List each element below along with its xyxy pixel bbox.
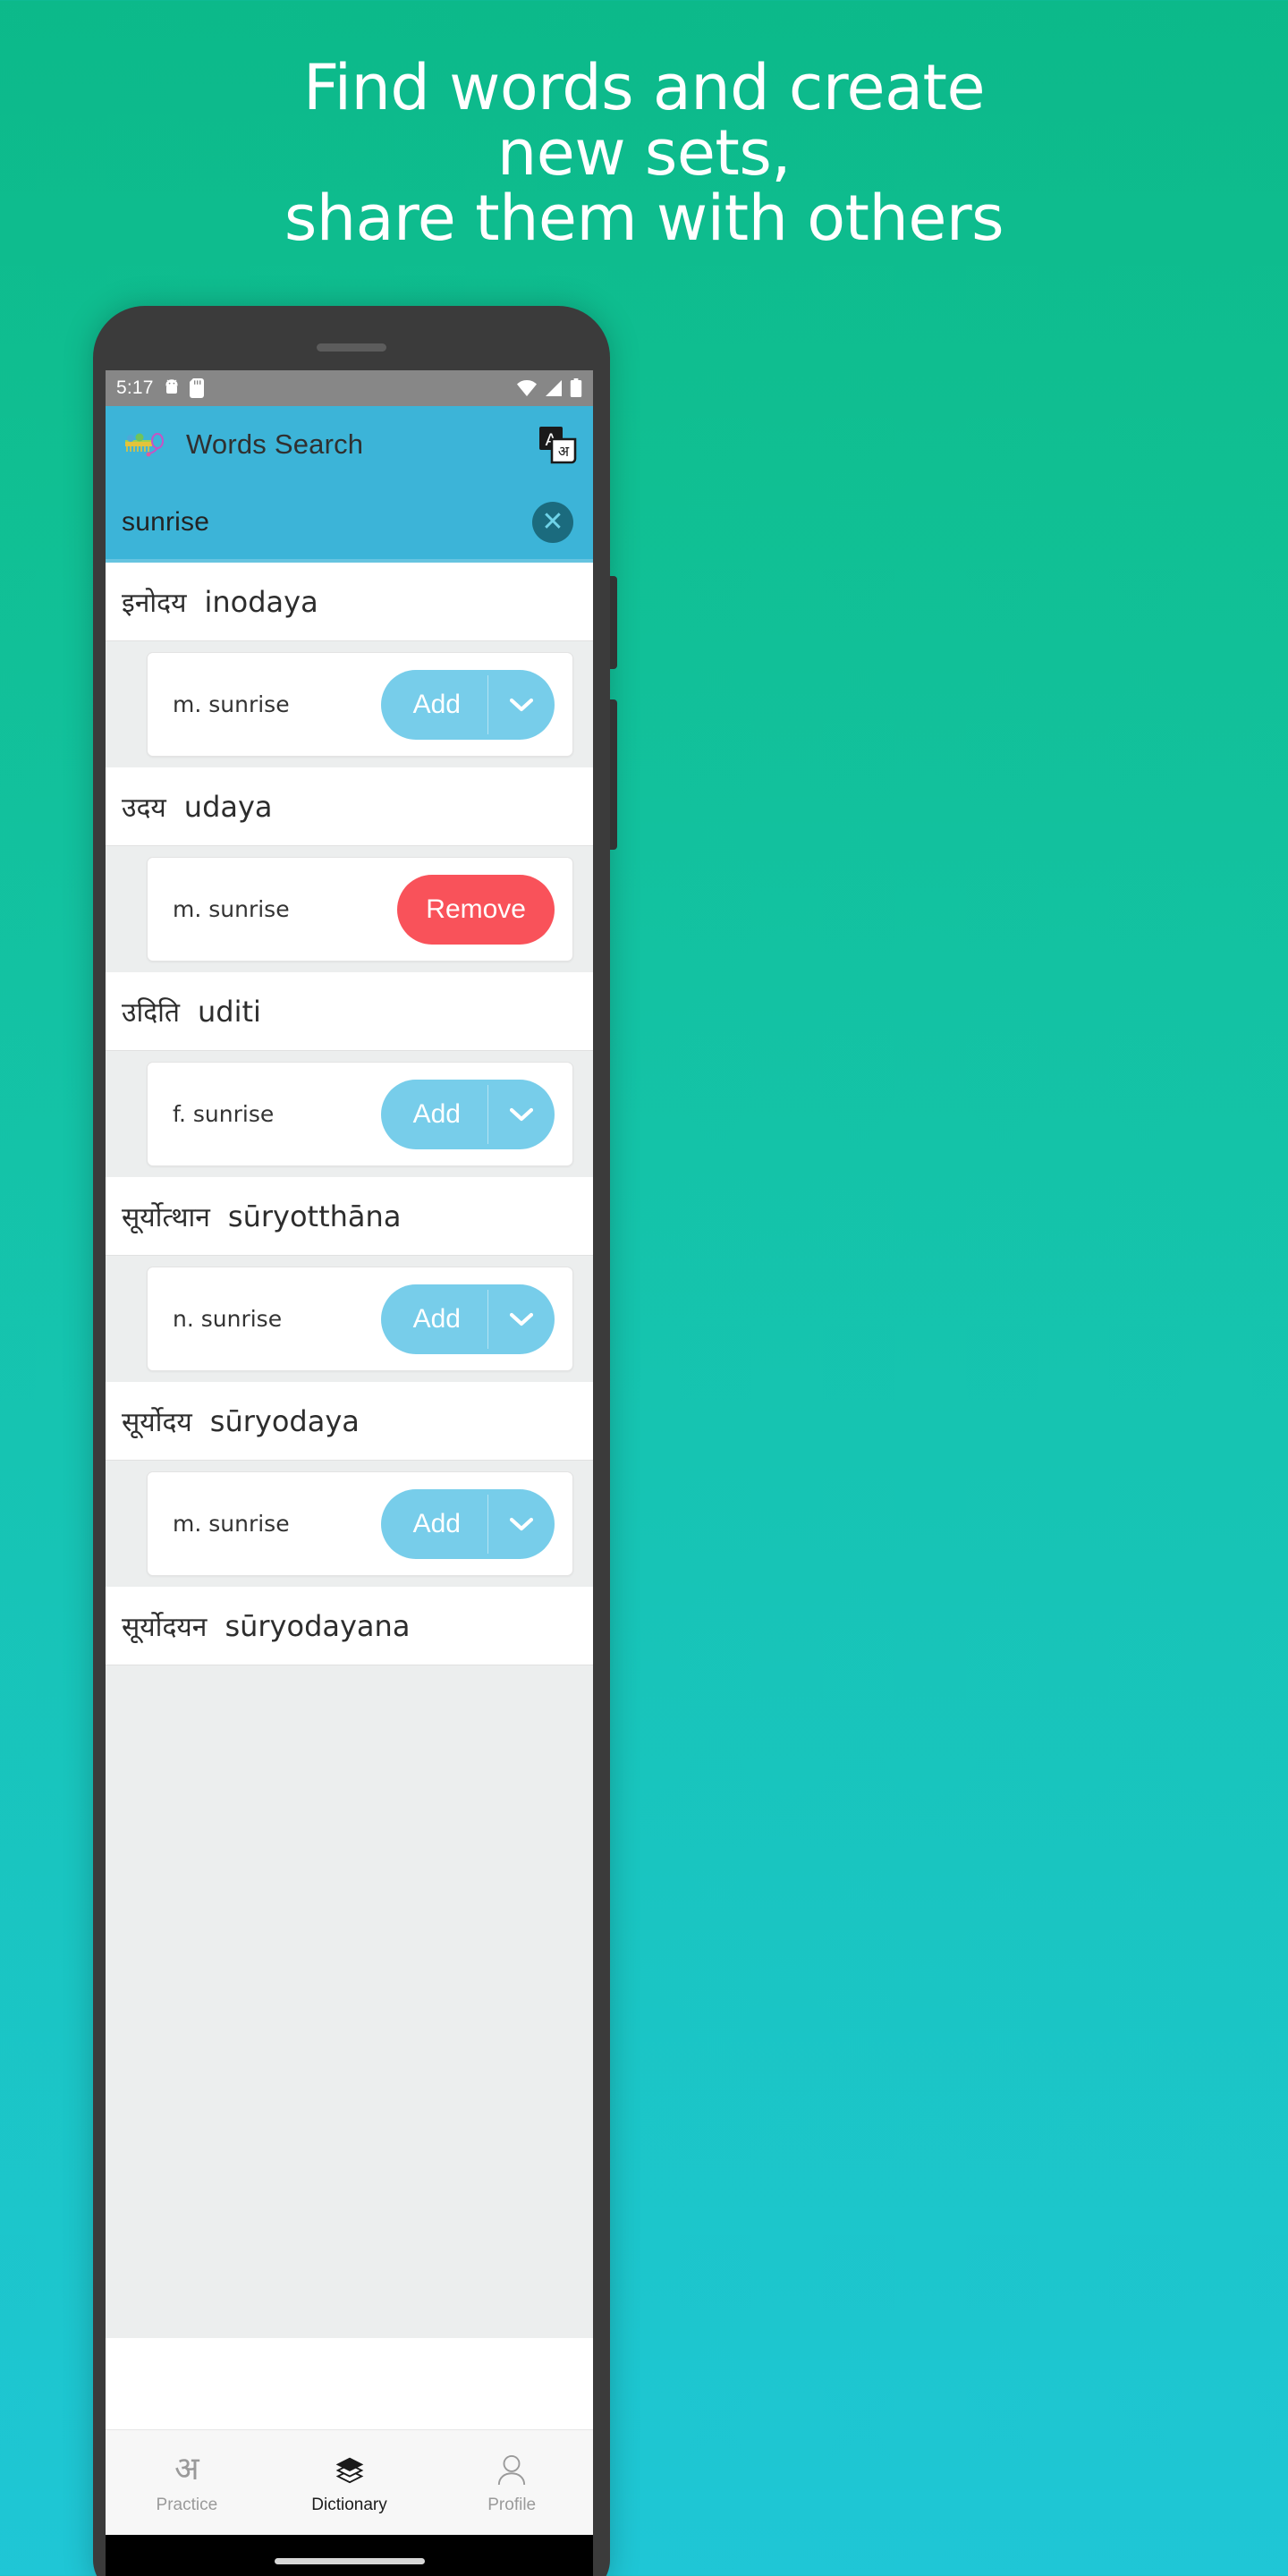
remove-word-button[interactable]: Remove: [397, 874, 555, 945]
chevron-down-icon[interactable]: [488, 1284, 555, 1354]
entry-transliteration: sūryodayana: [225, 1608, 411, 1643]
add-word-button[interactable]: Add: [380, 1079, 555, 1149]
entry-transliteration: inodaya: [204, 584, 318, 619]
bottom-navigation: अ Practice Dictionary Profile: [106, 2429, 593, 2535]
entry-transliteration: sūryodaya: [209, 1403, 360, 1438]
dictionary-entry-body: m. sunrise Add: [106, 641, 593, 767]
entry-transliteration: udaya: [183, 789, 273, 824]
battery-icon: [570, 378, 582, 398]
search-input[interactable]: sunrise: [122, 507, 209, 538]
search-bar[interactable]: sunrise ✕: [106, 482, 593, 563]
status-bar-left: 5:17: [116, 377, 204, 399]
add-button-label: Add: [412, 689, 461, 719]
entry-transliteration: sūryotthāna: [227, 1199, 402, 1233]
add-word-button[interactable]: Add: [380, 1488, 555, 1559]
dictionary-entry-header[interactable]: उदय udaya: [106, 767, 593, 846]
add-button-label: Add: [412, 1303, 461, 1334]
dictionary-entry-body: n. sunrise Add: [106, 1256, 593, 1382]
nav-label-dictionary: Dictionary: [311, 2495, 387, 2514]
app-bar: Words Search A अ: [106, 406, 593, 482]
nav-label-profile: Profile: [487, 2495, 537, 2514]
sense-card: f. sunrise Add: [147, 1062, 573, 1166]
translate-icon[interactable]: A अ: [538, 425, 577, 464]
dictionary-entry-body: m. sunrise Add: [106, 1461, 593, 1587]
sense-text: n. sunrise: [173, 1306, 283, 1332]
signal-icon: [544, 379, 564, 397]
wifi-icon: [516, 379, 538, 397]
devanagari-a-icon: अ: [174, 2450, 199, 2487]
dictionary-entry-header[interactable]: उदिति uditi: [106, 972, 593, 1051]
entry-devanagari: उदय: [122, 792, 166, 824]
sense-card: m. sunrise Add: [147, 1471, 573, 1576]
entry-devanagari: सूर्योत्थान: [122, 1202, 210, 1233]
android-icon: [163, 378, 181, 398]
entry-devanagari: उदिति: [122, 997, 181, 1029]
chevron-down-icon[interactable]: [488, 1489, 555, 1559]
sense-card: n. sunrise Add: [147, 1267, 573, 1371]
person-icon: [496, 2451, 527, 2488]
phone-volume-button: [610, 576, 617, 669]
dictionary-entry-header[interactable]: इनोदय inodaya: [106, 563, 593, 641]
phone-power-button: [610, 699, 617, 850]
status-bar-right: [516, 378, 582, 398]
sense-text: m. sunrise: [173, 691, 290, 717]
app-title: Words Search: [186, 428, 364, 460]
dictionary-entry-header[interactable]: सूर्योत्थान sūryotthāna: [106, 1177, 593, 1256]
chevron-down-icon[interactable]: [488, 670, 555, 740]
sense-text: f. sunrise: [173, 1101, 275, 1127]
gesture-nav-area: [106, 2535, 593, 2576]
dictionary-entry-header[interactable]: सूर्योदय sūryodaya: [106, 1382, 593, 1461]
remove-button-label: Remove: [426, 894, 526, 924]
clear-search-icon[interactable]: ✕: [532, 502, 573, 543]
sense-card: m. sunrise Remove: [147, 857, 573, 962]
add-button-label: Add: [412, 1508, 461, 1538]
dictionary-entry-body: m. sunrise Remove: [106, 846, 593, 972]
nav-item-dictionary[interactable]: Dictionary: [268, 2451, 431, 2515]
gesture-bar[interactable]: [274, 2557, 425, 2564]
nav-item-profile[interactable]: Profile: [430, 2451, 593, 2515]
sense-card: m. sunrise Add: [147, 652, 573, 757]
status-clock: 5:17: [116, 377, 154, 398]
add-button-label: Add: [412, 1098, 461, 1129]
sense-text: m. sunrise: [173, 1511, 290, 1537]
entry-devanagari: सूर्योदयन: [122, 1612, 208, 1643]
entry-transliteration: uditi: [198, 994, 261, 1029]
phone-mockup: 5:17 Words Search अ sunrise ✕ इनोदय inod…: [93, 306, 617, 2576]
nav-label-practice: Practice: [156, 2495, 218, 2514]
chevron-down-icon[interactable]: [488, 1080, 555, 1149]
books-icon: [333, 2451, 367, 2488]
sense-text: m. sunrise: [173, 896, 290, 922]
phone-screen: 5:17 Words Search अ sunrise ✕ इनोदय inod…: [106, 370, 593, 2535]
add-word-button[interactable]: Add: [380, 1284, 555, 1354]
search-results-list: इनोदय inodaya m. sunrise Add उदय udaya m. sunr…: [106, 563, 593, 2338]
svg-text:अ: अ: [558, 443, 570, 460]
entry-devanagari: सूर्योदय: [122, 1407, 192, 1438]
sd-card-icon: [189, 378, 204, 398]
status-bar: 5:17: [106, 370, 593, 406]
app-logo-icon: [122, 429, 170, 460]
nav-item-practice[interactable]: अ Practice: [106, 2451, 268, 2515]
dictionary-entry-header[interactable]: सूर्योदयन sūryodayana: [106, 1587, 593, 1665]
entry-devanagari: इनोदय: [122, 588, 187, 619]
add-word-button[interactable]: Add: [380, 669, 555, 740]
dictionary-entry-body: f. sunrise Add: [106, 1051, 593, 1177]
promo-headline: Find words and create new sets, share th…: [284, 51, 1004, 255]
